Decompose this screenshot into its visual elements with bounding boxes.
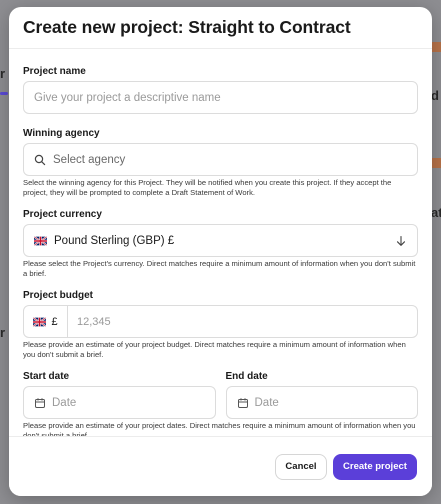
cancel-button[interactable]: Cancel: [275, 453, 327, 480]
uk-flag-icon: [34, 235, 47, 246]
dates-row: Start date Date End date Date: [23, 371, 418, 419]
create-project-button[interactable]: Create project: [333, 453, 417, 480]
calendar-icon: [237, 397, 248, 408]
project-currency-group: Project currency Pound Sterling (GBP) £ …: [23, 209, 418, 279]
project-name-input[interactable]: Give your project a descriptive name: [23, 81, 418, 114]
project-name-label: Project name: [23, 66, 86, 77]
modal-header: Create new project: Straight to Contract: [9, 7, 432, 49]
modal-body: Project name Give your project a descrip…: [9, 49, 432, 436]
end-date-label: End date: [225, 371, 268, 382]
background-accent-line: [0, 92, 8, 95]
winning-agency-group: Winning agency Select agency Select the …: [23, 128, 418, 198]
project-currency-select[interactable]: Pound Sterling (GBP) £: [23, 224, 418, 257]
start-date-placeholder: Date: [52, 396, 77, 409]
dates-help: Please provide an estimate of your proje…: [23, 421, 416, 436]
project-budget-field: £ 12,345: [23, 305, 418, 338]
project-budget-placeholder: 12,345: [77, 315, 111, 328]
modal-title: Create new project: Straight to Contract: [23, 17, 351, 37]
winning-agency-select[interactable]: Select agency: [23, 143, 418, 176]
project-budget-input[interactable]: 12,345: [68, 306, 417, 337]
end-date-input[interactable]: Date: [225, 386, 418, 419]
chevron-down-icon: [396, 235, 406, 246]
winning-agency-label: Winning agency: [23, 128, 100, 139]
project-budget-group: Project budget £ 12,345 Please provide a…: [23, 290, 418, 360]
background-text-fragment: at: [431, 205, 441, 220]
end-date-placeholder: Date: [254, 396, 279, 409]
modal-footer: Cancel Create project: [9, 436, 432, 496]
project-budget-help: Please provide an estimate of your proje…: [23, 340, 406, 359]
budget-currency-prefix[interactable]: £: [24, 306, 68, 337]
project-currency-value: Pound Sterling (GBP) £: [54, 234, 175, 247]
search-icon: [34, 154, 46, 165]
background-text-fragment: r: [0, 325, 6, 340]
project-currency-help: Please select the Project's currency. Di…: [23, 259, 416, 278]
project-name-group: Project name Give your project a descrip…: [23, 66, 418, 114]
winning-agency-help: Select the winning agency for this Proje…: [23, 178, 392, 197]
start-date-label: Start date: [23, 371, 70, 382]
project-currency-label: Project currency: [23, 209, 102, 220]
budget-currency-symbol: £: [51, 315, 58, 328]
create-project-modal: Create new project: Straight to Contract…: [9, 7, 432, 496]
start-date-group: Start date Date: [23, 371, 216, 419]
project-budget-label: Project budget: [23, 290, 94, 301]
project-name-placeholder: Give your project a descriptive name: [34, 91, 221, 104]
end-date-group: End date Date: [225, 371, 418, 419]
winning-agency-placeholder: Select agency: [53, 153, 126, 166]
background-text-fragment: r: [0, 66, 6, 81]
background-text-fragment: d: [431, 88, 439, 103]
start-date-input[interactable]: Date: [23, 386, 216, 419]
calendar-icon: [35, 397, 45, 408]
uk-flag-icon: [33, 316, 47, 327]
